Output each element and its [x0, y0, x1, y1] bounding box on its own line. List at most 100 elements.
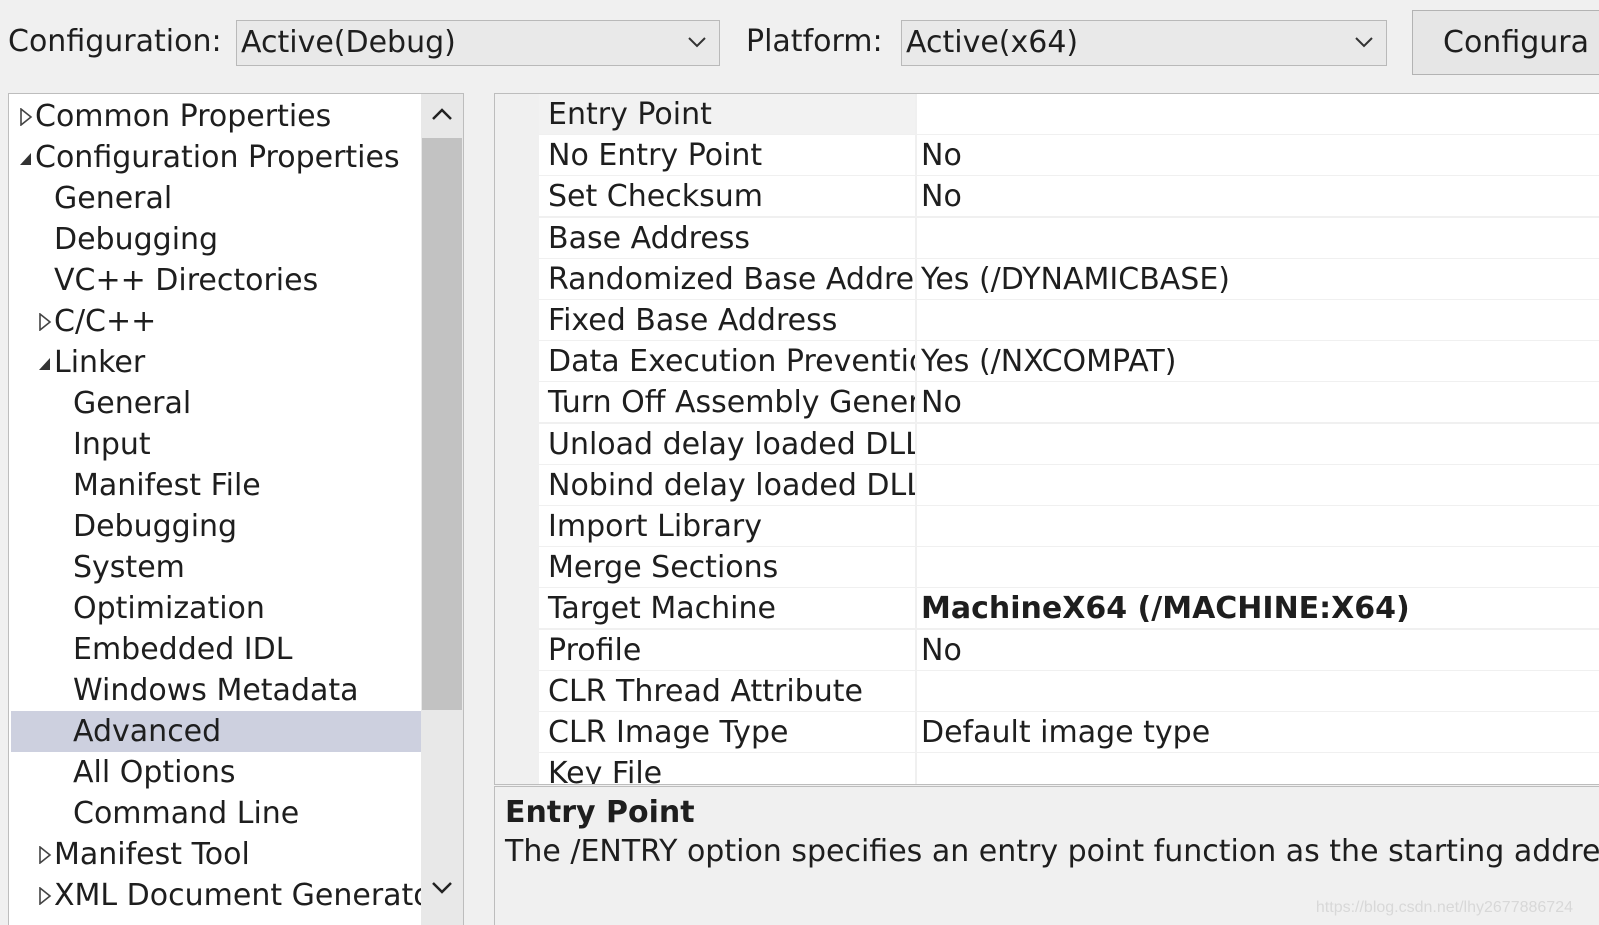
- property-value[interactable]: [917, 424, 1599, 464]
- tree-item-label: General: [73, 386, 192, 421]
- tree-item[interactable]: Advanced: [11, 711, 421, 752]
- property-value[interactable]: [917, 753, 1599, 784]
- tree-item[interactable]: Manifest File: [11, 465, 421, 506]
- tree-item-label: Optimization: [73, 591, 265, 626]
- tree-item[interactable]: Linker: [11, 342, 421, 383]
- property-name: Unload delay loaded DLL: [539, 424, 916, 464]
- property-row[interactable]: Key File: [539, 753, 1599, 784]
- collapse-triangle-icon[interactable]: [19, 149, 33, 167]
- property-value[interactable]: No: [917, 176, 1599, 216]
- platform-value: Active(x64): [906, 25, 1079, 60]
- property-value[interactable]: Default image type: [917, 712, 1599, 752]
- description-text: The /ENTRY option specifies an entry poi…: [505, 834, 1599, 869]
- property-row[interactable]: Nobind delay loaded DLL: [539, 465, 1599, 506]
- tree-item-label: System: [73, 550, 185, 585]
- tree-item[interactable]: General: [11, 178, 421, 219]
- property-row[interactable]: Target Machine MachineX64 (/MACHINE:X64): [539, 588, 1599, 629]
- tree-item-label: Debugging: [54, 222, 219, 257]
- watermark: https://blog.csdn.net/lhy2677886724: [1315, 899, 1573, 916]
- property-value[interactable]: [917, 218, 1599, 258]
- property-value[interactable]: No: [917, 382, 1599, 422]
- configuration-manager-button[interactable]: Configura: [1412, 10, 1599, 75]
- expand-triangle-icon[interactable]: [19, 108, 33, 126]
- property-row[interactable]: Base Address: [539, 218, 1599, 259]
- property-value[interactable]: [917, 465, 1599, 505]
- property-name: Import Library: [539, 506, 916, 546]
- tree-item[interactable]: Optimization: [11, 588, 421, 629]
- tree-item[interactable]: General: [11, 383, 421, 424]
- property-row[interactable]: CLR Image Type Default image type: [539, 712, 1599, 753]
- property-row[interactable]: Unload delay loaded DLL: [539, 424, 1599, 465]
- property-name: Key File: [539, 753, 916, 784]
- scroll-thumb[interactable]: [422, 138, 462, 710]
- property-value[interactable]: [917, 300, 1599, 340]
- expand-triangle-icon[interactable]: [38, 313, 52, 331]
- collapse-triangle-icon[interactable]: [38, 354, 52, 372]
- platform-dropdown[interactable]: Active(x64): [901, 20, 1387, 66]
- configuration-label: Configuration:: [8, 24, 222, 59]
- tree-item[interactable]: Embedded IDL: [11, 629, 421, 670]
- property-name: Turn Off Assembly Genera: [539, 382, 916, 422]
- property-row[interactable]: Turn Off Assembly Genera No: [539, 382, 1599, 423]
- tree-item[interactable]: VC++ Directories: [11, 260, 421, 301]
- tree-item[interactable]: Manifest Tool: [11, 834, 421, 875]
- tree-item-label: Windows Metadata: [73, 673, 359, 708]
- property-row[interactable]: CLR Thread Attribute: [539, 671, 1599, 712]
- description-panel: Entry Point The /ENTRY option specifies …: [494, 786, 1599, 925]
- scroll-down-icon[interactable]: [430, 880, 454, 896]
- configuration-dropdown[interactable]: Active(Debug): [236, 20, 720, 66]
- property-row[interactable]: Set Checksum No: [539, 176, 1599, 217]
- property-row[interactable]: Merge Sections: [539, 547, 1599, 588]
- property-name: Target Machine: [539, 588, 916, 628]
- tree-item-label: Configuration Properties: [35, 140, 400, 175]
- tree-item[interactable]: All Options: [11, 752, 421, 793]
- property-value[interactable]: [917, 506, 1599, 546]
- property-name: No Entry Point: [539, 135, 916, 175]
- scroll-up-icon[interactable]: [430, 106, 454, 122]
- tree-item-label: Advanced: [73, 714, 222, 749]
- tree-item[interactable]: Debugging: [11, 506, 421, 547]
- tree-item[interactable]: System: [11, 547, 421, 588]
- chevron-down-icon: [688, 37, 706, 48]
- property-name: CLR Image Type: [539, 712, 916, 752]
- property-row[interactable]: Import Library: [539, 506, 1599, 547]
- tree-item[interactable]: Debugging: [11, 219, 421, 260]
- tree-item[interactable]: XML Document Generator: [11, 875, 444, 916]
- expand-triangle-icon[interactable]: [38, 846, 52, 864]
- tree-item-label: XML Document Generator: [54, 878, 444, 913]
- property-row[interactable]: Profile No: [539, 630, 1599, 671]
- property-name: Data Execution Prevention: [539, 341, 916, 381]
- tree-item[interactable]: Common Properties: [11, 96, 421, 137]
- property-row[interactable]: Data Execution Prevention Yes (/NXCOMPAT): [539, 341, 1599, 382]
- property-row[interactable]: No Entry Point No: [539, 135, 1599, 176]
- tree-item[interactable]: Windows Metadata: [11, 670, 421, 711]
- tree-item-label: All Options: [73, 755, 236, 790]
- property-name: Set Checksum: [539, 176, 916, 216]
- property-value[interactable]: No: [917, 630, 1599, 670]
- tree-item[interactable]: Configuration Properties: [11, 137, 421, 178]
- property-row[interactable]: Randomized Base Address Yes (/DYNAMICBASE…: [539, 259, 1599, 300]
- property-value[interactable]: MachineX64 (/MACHINE:X64): [917, 588, 1599, 628]
- property-value[interactable]: No: [917, 135, 1599, 175]
- tree-item[interactable]: C/C++: [11, 301, 421, 342]
- description-title: Entry Point: [505, 795, 695, 830]
- property-value[interactable]: Yes (/NXCOMPAT): [917, 341, 1599, 381]
- tree-item[interactable]: Command Line: [11, 793, 421, 834]
- property-value[interactable]: [917, 94, 1599, 134]
- property-value[interactable]: [917, 671, 1599, 711]
- property-name: Nobind delay loaded DLL: [539, 465, 916, 505]
- property-value[interactable]: [917, 547, 1599, 587]
- tree-item[interactable]: Input: [11, 424, 421, 465]
- expand-triangle-icon[interactable]: [38, 887, 52, 905]
- property-row[interactable]: Entry Point: [539, 94, 1599, 135]
- property-name: Merge Sections: [539, 547, 916, 587]
- tree-item-label: Embedded IDL: [73, 632, 293, 667]
- property-pages-tree: Common Properties Configuration Propertie…: [8, 93, 464, 925]
- configuration-value: Active(Debug): [241, 25, 456, 60]
- property-value[interactable]: Yes (/DYNAMICBASE): [917, 259, 1599, 299]
- tree-item-label: VC++ Directories: [54, 263, 319, 298]
- tree-item-label: Debugging: [73, 509, 238, 544]
- property-name: Randomized Base Address: [539, 259, 916, 299]
- tree-scrollbar[interactable]: [421, 94, 463, 925]
- property-row[interactable]: Fixed Base Address: [539, 300, 1599, 341]
